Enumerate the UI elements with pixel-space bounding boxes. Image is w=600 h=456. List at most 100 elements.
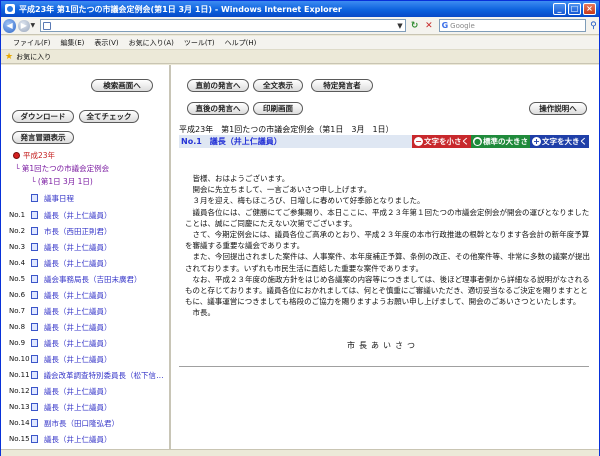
font-larger-button[interactable]: + 文字を大きく (530, 135, 589, 148)
paragraph: 議員各位には、ご健勝にてご参集賜り、本日ここに、平成２３年第１回たつの市議会定例… (185, 207, 590, 228)
speaker-item-5[interactable]: No.5 議会事務局長（吉田末廣君） (9, 273, 169, 285)
menu-view[interactable]: 表示(V) (94, 38, 118, 48)
history-dropdown-icon[interactable]: ▼ (31, 22, 37, 29)
document-icon (31, 275, 38, 283)
document-icon (31, 243, 38, 251)
speaker-item-12[interactable]: No.12 議長（井上仁議員） (9, 385, 169, 397)
speaker-item-4[interactable]: No.4 議長（井上仁議員） (9, 257, 169, 269)
address-dropdown-icon[interactable]: ▼ (395, 22, 405, 30)
speaker-label: 副市長（田口隆弘君） (44, 418, 119, 428)
address-bar[interactable]: ▼ (40, 19, 406, 32)
speaker-item-10[interactable]: No.10 議長（井上仁議員） (9, 353, 169, 365)
ie-icon (5, 4, 15, 14)
speaker-label: 議会事務局長（吉田末廣君） (44, 274, 142, 284)
document-icon (30, 371, 38, 379)
document-icon (31, 194, 38, 202)
speaker-number: No.8 (9, 323, 26, 331)
speaker-item-7[interactable]: No.7 議長（井上仁議員） (9, 305, 169, 317)
status-bar (1, 449, 599, 456)
speaker-item-3[interactable]: No.3 議長（井上仁議員） (9, 241, 169, 253)
help-button[interactable]: 操作説明へ (529, 102, 587, 115)
speaker-item-14[interactable]: No.14 副市長（田口隆弘君） (9, 417, 169, 429)
font-smaller-button[interactable]: − 文字を小さく (412, 135, 471, 148)
favorites-star-icon[interactable]: ★ (5, 52, 13, 62)
speaker-number: No.13 (9, 403, 30, 411)
tree-branch-icon: └ (15, 164, 22, 173)
speaker-item-2[interactable]: No.2 市長（西田正則君） (9, 225, 169, 237)
speaker-label: 議長（井上仁議員） (44, 402, 112, 412)
speaker-label: 議長（井上仁議員） (44, 354, 112, 364)
menu-tools[interactable]: ツール(T) (184, 38, 215, 48)
fulltext-button[interactable]: 全文表示 (253, 79, 303, 92)
menu-help[interactable]: ヘルプ(H) (225, 38, 257, 48)
search-input[interactable]: G Google (438, 19, 586, 32)
speaker-item-6[interactable]: No.6 議長（井上仁議員） (9, 289, 169, 301)
speaker-number: No.7 (9, 307, 26, 315)
tree-day[interactable]: └ (第1日 3月 1日) (31, 176, 93, 187)
back-button[interactable]: ◀ (3, 18, 17, 33)
speaker-label: 議長（井上仁議員） (44, 290, 112, 300)
page-content: 検索画面へ ダウンロード 全てチェック 発言冒頭表示 平成23年 └ 第1回たつ… (1, 65, 599, 449)
close-button[interactable]: × (583, 3, 596, 15)
font-standard-button[interactable]: ● 標準の大きさ (471, 135, 530, 148)
left-frame: 検索画面へ ダウンロード 全てチェック 発言冒頭表示 平成23年 └ 第1回たつ… (1, 65, 171, 449)
specific-speaker-button[interactable]: 特定発言者 (311, 79, 373, 92)
search-placeholder: Google (450, 21, 475, 30)
speaker-number: No.15 (9, 435, 30, 443)
speaker-item-0[interactable]: 議事日程 (9, 192, 169, 204)
document-icon (31, 435, 38, 443)
speaker-label: 議長（井上仁議員） (44, 434, 112, 444)
search-screen-button[interactable]: 検索画面へ (91, 79, 153, 92)
document-icon (31, 307, 38, 315)
document-icon (31, 291, 38, 299)
speaker-label: 議長（井上仁議員） (44, 210, 112, 220)
menu-file[interactable]: ファイル(F) (13, 38, 51, 48)
title-bar: 平成23年 第1回たつの市議会定例会(第1日 3月 1日) - Windows … (1, 1, 599, 17)
speaker-list-button[interactable]: 発言冒頭表示 (12, 131, 74, 144)
speaker-label: 議長（井上仁議員） (44, 338, 112, 348)
speaker-item-1[interactable]: No.1 議長（井上仁議員） (9, 209, 169, 221)
forward-button[interactable]: ▶ (18, 19, 30, 32)
paragraph: なお、平成２３年度の施政方針をはじめ各議案の内容等につきましては、後ほど理事者側… (185, 274, 590, 307)
speaker-number: No.10 (9, 355, 30, 363)
browser-window: 平成23年 第1回たつの市議会定例会(第1日 3月 1日) - Windows … (0, 0, 600, 456)
section-caption: 市長あいさつ (347, 341, 419, 350)
prev-statement-button[interactable]: 直前の発言へ (187, 79, 249, 92)
speaker-item-9[interactable]: No.9 議長（井上仁議員） (9, 337, 169, 349)
plus-icon: + (532, 137, 541, 146)
speaker-item-13[interactable]: No.13 議長（井上仁議員） (9, 401, 169, 413)
speaker-number: No.6 (9, 291, 26, 299)
document-icon (31, 387, 38, 395)
speaker-label: 議長（井上仁議員） (44, 242, 112, 252)
favorites-bar: ★ お気に入り (1, 49, 599, 64)
maximize-button[interactable]: □ (568, 3, 581, 15)
speaker-number: No.14 (9, 419, 30, 427)
print-screen-button[interactable]: 印刷画面 (253, 102, 303, 115)
speaker-label: 議会改革調査特別委員長（松下信一郎 (43, 370, 169, 380)
menu-bar: ファイル(F) 編集(E) 表示(V) お気に入り(A) ツール(T) ヘルプ(… (1, 36, 599, 49)
stop-icon[interactable]: ✕ (423, 20, 434, 32)
search-icon[interactable]: ⚲ (588, 20, 599, 32)
minus-icon: − (414, 137, 423, 146)
speaker-label: 議長（井上仁議員） (44, 386, 112, 396)
document-icon (31, 227, 38, 235)
check-all-button[interactable]: 全てチェック (79, 110, 139, 123)
tree-branch-icon: └ (31, 177, 38, 186)
speaker-item-15[interactable]: No.15 議長（井上仁議員） (9, 433, 169, 445)
menu-favorites[interactable]: お気に入り(A) (129, 38, 174, 48)
document-icon (31, 259, 38, 267)
paragraph: さて、今期定例会には、議員各位ご高承のとおり、平成２３年度の本市行政推進の根幹と… (185, 230, 590, 251)
document-icon (31, 211, 38, 219)
speaker-item-11[interactable]: No.11 議会改革調査特別委員長（松下信一郎 (9, 369, 169, 381)
statement-body: 皆様、おはようございます。 開会に先立ちまして、一言ごあいさつ申し上げます。 ３… (185, 173, 591, 319)
page-icon (43, 21, 52, 30)
next-statement-button[interactable]: 直後の発言へ (187, 102, 249, 115)
minimize-button[interactable]: _ (553, 3, 566, 15)
refresh-icon[interactable]: ↻ (409, 20, 420, 32)
favorites-label[interactable]: お気に入り (16, 52, 51, 62)
tree-year[interactable]: 平成23年 (13, 150, 55, 161)
tree-session[interactable]: └ 第1回たつの市議会定例会 (15, 163, 109, 174)
download-button[interactable]: ダウンロード (12, 110, 74, 123)
menu-edit[interactable]: 編集(E) (61, 38, 85, 48)
speaker-item-8[interactable]: No.8 議長（井上仁議員） (9, 321, 169, 333)
